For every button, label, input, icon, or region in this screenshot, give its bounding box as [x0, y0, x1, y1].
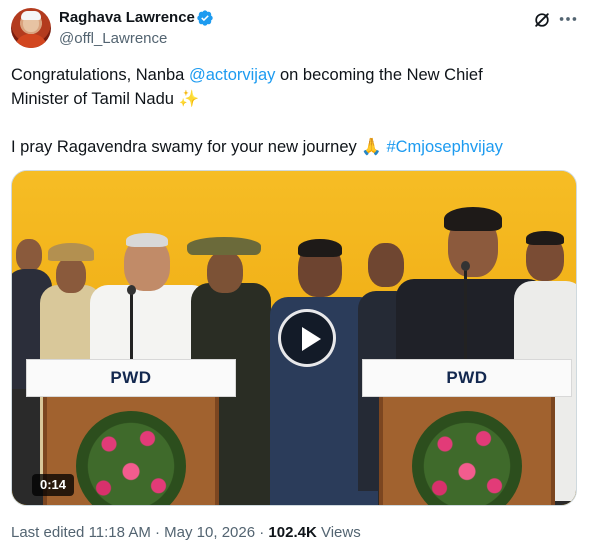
more-icon[interactable]	[557, 8, 579, 30]
tweet-card: Raghava Lawrence @offl_Lawrence Congratu…	[0, 0, 596, 555]
tweet-text-segment: Minister of Tamil Nadu	[11, 90, 179, 108]
tweet-text-segment: on becoming the New Chief	[275, 66, 483, 84]
avatar[interactable]	[11, 8, 51, 48]
tweet-date[interactable]: May 10, 2026	[164, 524, 255, 541]
podium-right: PWD	[362, 359, 572, 505]
meta-separator: ·	[259, 524, 265, 541]
verified-badge-icon	[197, 10, 213, 26]
tweet-time[interactable]: 11:18 AM	[89, 524, 151, 541]
grok-icon[interactable]	[532, 10, 552, 30]
hashtag-link[interactable]: #Cmjosephvijay	[386, 138, 502, 156]
video-duration: 0:14	[32, 474, 75, 496]
tweet-line-2: Minister of Tamil Nadu ✨	[11, 87, 571, 111]
folded-hands-emoji: 🙏	[361, 137, 382, 156]
play-icon[interactable]	[278, 309, 336, 367]
sparkles-emoji: ✨	[178, 89, 200, 108]
tweet-line-3: I pray Ragavendra swamy for your new jou…	[11, 135, 571, 159]
tweet-meta: Last edited 11:18 AM · May 10, 2026 · 10…	[11, 524, 361, 541]
tweet-text-segment: I pray Ragavendra swamy for your new jou…	[11, 138, 362, 156]
podium-left-label: PWD	[26, 359, 236, 397]
views-label[interactable]: Views	[321, 524, 361, 541]
tweet-line-1: Congratulations, Nanba @actorvijay on be…	[11, 63, 571, 87]
mention-link[interactable]: @actorvijay	[189, 66, 275, 84]
author-handle[interactable]: @offl_Lawrence	[59, 30, 167, 47]
author-name[interactable]: Raghava Lawrence	[59, 9, 195, 26]
tweet-text: Congratulations, Nanba @actorvijay on be…	[11, 63, 571, 159]
tweet-text-segment: Congratulations, Nanba	[11, 66, 189, 84]
meta-separator: ·	[155, 524, 160, 541]
microphone	[127, 285, 136, 361]
microphone	[461, 261, 470, 361]
views-count[interactable]: 102.4K	[268, 524, 316, 541]
podium-right-label: PWD	[362, 359, 572, 397]
video-player[interactable]: PWD PWD 0:14	[11, 170, 577, 506]
edited-label[interactable]: Last edited	[11, 524, 84, 541]
